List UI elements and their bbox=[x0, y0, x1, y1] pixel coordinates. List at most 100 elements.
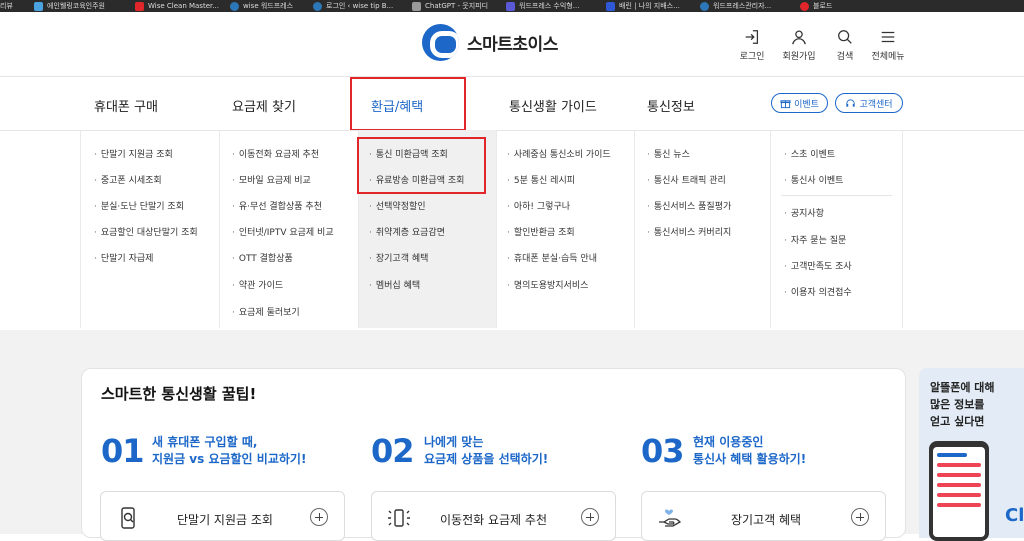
phone-search-icon bbox=[121, 507, 135, 529]
menu-link[interactable]: 요금제 둘러보기 bbox=[232, 305, 300, 318]
menu-link[interactable]: 모바일 요금제 비교 bbox=[232, 173, 311, 186]
login-icon bbox=[745, 30, 759, 44]
gift-icon bbox=[780, 99, 791, 108]
bookmark-label: 블로드 bbox=[813, 2, 833, 10]
menu-link[interactable]: 통신서비스 커버리지 bbox=[647, 225, 731, 238]
menu-link[interactable]: 장기고객 혜택 bbox=[369, 251, 429, 264]
wordpress-icon bbox=[700, 1, 709, 11]
highlight-box-refund-links bbox=[357, 137, 486, 194]
nav-item-phone-purchase[interactable]: 휴대폰 구매 bbox=[94, 96, 158, 115]
bookmarks-bar: 리뷰 에인웰링코육인주원 Wise Clean Master... wise 워… bbox=[0, 0, 1024, 12]
menu-link[interactable]: 고객만족도 조사 bbox=[784, 259, 852, 272]
bookmark-label: 로그인 ‹ wise tip B... bbox=[326, 2, 394, 10]
bookmark-item[interactable]: 워드프레스관리자... bbox=[700, 1, 771, 11]
menu-link[interactable]: 공지사항 bbox=[784, 206, 824, 219]
signup-label: 회원가입 bbox=[782, 52, 816, 62]
nav-item-telecom-info[interactable]: 통신정보 bbox=[647, 96, 695, 115]
mvno-banner-text: 알뜰폰에 대해 많은 정보를 얻고 싶다면 bbox=[930, 379, 995, 430]
support-center-button[interactable]: 고객센터 bbox=[835, 93, 903, 113]
site-logo[interactable]: 스마트초이스 bbox=[422, 24, 558, 61]
plus-icon bbox=[851, 508, 869, 526]
login-label: 로그인 bbox=[739, 52, 765, 62]
menu-link[interactable]: 분실·도난 단말기 조회 bbox=[94, 199, 184, 212]
menu-link[interactable]: 통신서비스 품질평가 bbox=[647, 199, 731, 212]
bookmark-favicon-icon bbox=[34, 1, 43, 11]
tip-text: 나에게 맞는 요금제 상품을 선택하기! bbox=[424, 434, 548, 468]
bookmark-favicon-icon bbox=[506, 1, 515, 11]
menu-link[interactable]: OTT 결합상품 bbox=[232, 251, 293, 264]
menu-link[interactable]: 약관 가이드 bbox=[232, 278, 283, 291]
menu-link[interactable]: 자주 묻는 질문 bbox=[784, 233, 846, 246]
wordpress-icon bbox=[313, 1, 322, 11]
tip-number: 03 bbox=[641, 432, 685, 470]
bookmark-favicon-icon bbox=[606, 1, 615, 11]
tip-line: 새 휴대폰 구입할 때, bbox=[152, 435, 258, 449]
bookmark-label: Wise Clean Master... bbox=[148, 2, 219, 10]
bookmark-favicon-icon bbox=[800, 1, 809, 11]
bookmark-item[interactable]: 에인웰링코육인주원 bbox=[34, 1, 105, 11]
bookmark-item[interactable]: Wise Clean Master... bbox=[135, 1, 219, 11]
tip-number: 02 bbox=[371, 432, 415, 470]
bookmark-item[interactable]: 로그인 ‹ wise tip B... bbox=[313, 1, 393, 11]
bookmark-item[interactable]: 워드프레스 수익형... bbox=[506, 1, 579, 11]
event-button[interactable]: 이벤트 bbox=[771, 93, 828, 113]
menu-link[interactable]: 통신 뉴스 bbox=[647, 147, 690, 160]
menu-link[interactable]: 유·무선 결합상품 추천 bbox=[232, 199, 322, 212]
highlight-box-nav bbox=[350, 77, 466, 131]
service-label: 이동전화 요금제 추천 bbox=[440, 513, 547, 527]
menu-link[interactable]: 멤버십 혜택 bbox=[369, 278, 420, 291]
bookmark-label: 리뷰 bbox=[0, 2, 13, 10]
menu-link[interactable]: 단말기 지원금 조회 bbox=[94, 147, 173, 160]
menu-divider bbox=[781, 195, 892, 196]
menu-link[interactable]: 명의도용방지서비스 bbox=[507, 278, 589, 291]
tip-line: 현재 이용중인 bbox=[693, 435, 764, 449]
bookmark-item[interactable]: ChatGPT - 웃지피디 bbox=[412, 1, 488, 11]
chatgpt-icon bbox=[412, 1, 421, 11]
menu-link[interactable]: 이용자 의견접수 bbox=[784, 285, 852, 298]
banner-line: 얻고 싶다면 bbox=[930, 415, 985, 428]
search-icon bbox=[838, 30, 852, 44]
menu-link[interactable]: 중고폰 시세조회 bbox=[94, 173, 162, 186]
menu-link[interactable]: 통신사 트래픽 관리 bbox=[647, 173, 726, 186]
bookmark-item[interactable]: 리뷰 bbox=[0, 1, 13, 11]
login-button[interactable]: 로그인 bbox=[729, 28, 775, 62]
menu-link[interactable]: 이동전화 요금제 추천 bbox=[232, 147, 319, 160]
menu-link[interactable]: 취약계층 요금감면 bbox=[369, 225, 445, 238]
menu-link[interactable]: 스초 이벤트 bbox=[784, 147, 835, 160]
tip-text: 현재 이용중인 통신사 혜택 활용하기! bbox=[693, 434, 806, 468]
menu-link[interactable]: 요금할인 대상단말기 조회 bbox=[94, 225, 198, 238]
tip-line: 요금제 상품을 선택하기! bbox=[424, 452, 549, 466]
phone-signal-icon bbox=[388, 509, 410, 527]
all-menu-label: 전체메뉴 bbox=[871, 52, 905, 62]
phone-screen bbox=[933, 447, 985, 537]
headset-icon bbox=[846, 98, 856, 107]
support-center-label: 고객센터 bbox=[859, 99, 893, 110]
menu-link[interactable]: 아하! 그렇구나 bbox=[507, 199, 570, 212]
site-header: 스마트초이스 로그인 회원가입 검색 전체메뉴 bbox=[0, 12, 1024, 77]
tip-text: 새 휴대폰 구입할 때, 지원금 vs 요금할인 비교하기! bbox=[152, 434, 306, 468]
search-button[interactable]: 검색 bbox=[822, 28, 868, 62]
menu-link[interactable]: 통신사 이벤트 bbox=[784, 173, 844, 186]
bookmark-item[interactable]: 배린 | 나의 지배스... bbox=[606, 1, 680, 11]
menu-link[interactable]: 휴대폰 분실·습득 안내 bbox=[507, 251, 597, 264]
plus-icon bbox=[581, 508, 599, 526]
signup-button[interactable]: 회원가입 bbox=[776, 28, 822, 62]
bookmark-item[interactable]: 블로드 bbox=[800, 1, 832, 11]
menu-link[interactable]: 선택약정할인 bbox=[369, 199, 426, 212]
menu-link[interactable]: 할인반환금 조회 bbox=[507, 225, 575, 238]
bookmark-label: wise 워드프레스 bbox=[243, 2, 294, 10]
nav-item-guide[interactable]: 통신생활 가이드 bbox=[509, 96, 597, 115]
bookmark-item[interactable]: wise 워드프레스 bbox=[230, 1, 293, 11]
menu-link[interactable]: 단말기 자급제 bbox=[94, 251, 154, 264]
nav-item-plan-search[interactable]: 요금제 찾기 bbox=[232, 96, 296, 115]
menu-link[interactable]: 5분 통신 레시피 bbox=[507, 173, 575, 186]
all-menu-button[interactable]: 전체메뉴 bbox=[865, 28, 911, 62]
person-icon bbox=[792, 30, 806, 45]
menu-link[interactable]: 사례중심 통신소비 가이드 bbox=[507, 147, 611, 160]
event-label: 이벤트 bbox=[794, 99, 819, 110]
menu-link[interactable]: 인터넷/IPTV 요금제 비교 bbox=[232, 225, 334, 238]
tip-number: 01 bbox=[101, 432, 145, 470]
bookmark-label: 워드프레스관리자... bbox=[713, 2, 772, 10]
tip-line: 지원금 vs 요금할인 비교하기! bbox=[152, 452, 307, 466]
service-label: 단말기 지원금 조회 bbox=[177, 513, 273, 527]
